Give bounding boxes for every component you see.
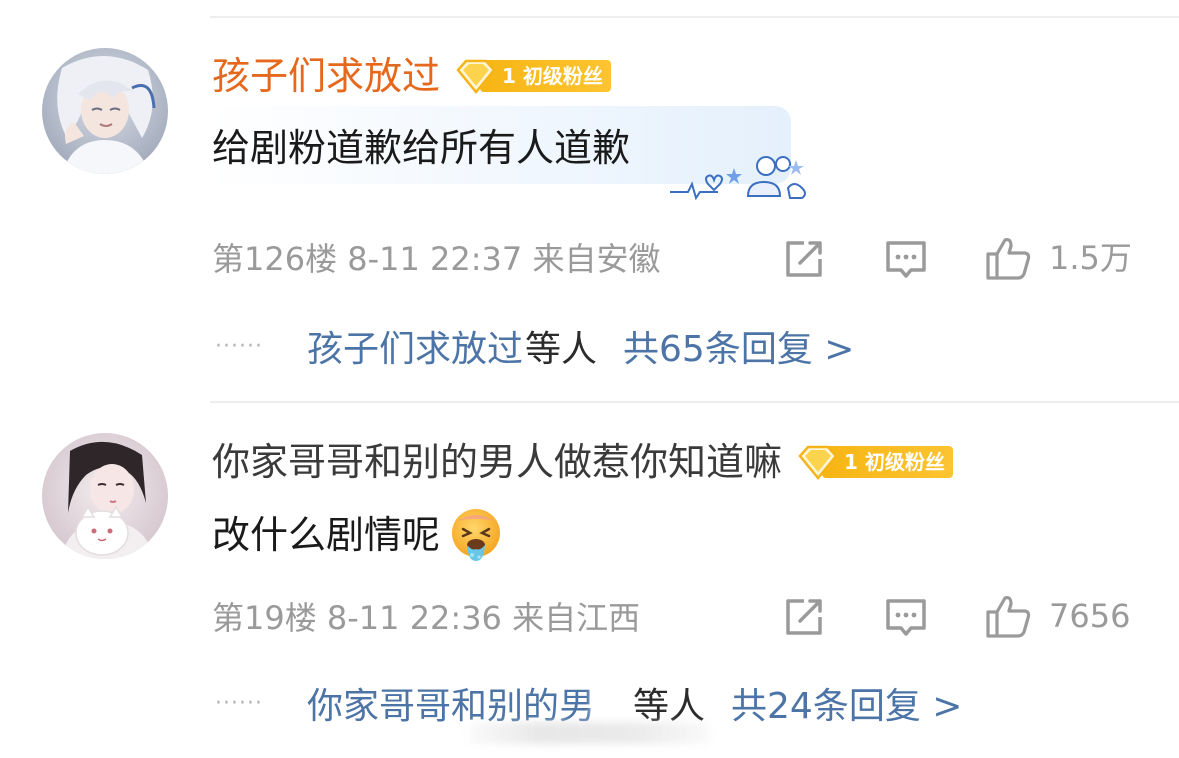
comment-text[interactable]: 改什么剧情呢 bbox=[212, 507, 504, 563]
username-row: 你家哥哥和别的男人做惹你知道嘛 1 初级粉丝 bbox=[212, 437, 953, 487]
badge-text: 初级粉丝 bbox=[522, 64, 603, 88]
reply-count-link[interactable]: 共24条回复 > bbox=[731, 677, 962, 729]
comment-text-content: 改什么剧情呢 bbox=[212, 513, 441, 557]
like-count: 1.5万 bbox=[1049, 239, 1132, 277]
comment-button[interactable] bbox=[885, 240, 927, 280]
diamond-badge-icon bbox=[798, 445, 838, 480]
comment-icon bbox=[886, 241, 926, 278]
badge-label: 1 初级粉丝 bbox=[822, 446, 953, 478]
reply-name-blur bbox=[591, 688, 632, 718]
diamond-badge-icon bbox=[456, 59, 496, 94]
watermark-blur bbox=[470, 722, 710, 744]
repost-button[interactable] bbox=[784, 239, 826, 279]
reply-count-link[interactable]: 共65条回复 > bbox=[623, 320, 854, 372]
badge-text: 初级粉丝 bbox=[864, 450, 945, 474]
comment-meta: 第19楼 8-11 22:36 来自江西 bbox=[212, 599, 641, 637]
repost-button[interactable] bbox=[784, 597, 826, 637]
comment-text[interactable]: 给剧粉道歉给所有人道歉 bbox=[212, 123, 630, 173]
thumbs-up-icon bbox=[986, 596, 1031, 638]
username-row: 孩子们求放过 1 初级粉丝 bbox=[212, 51, 611, 101]
comment-button[interactable] bbox=[885, 598, 927, 638]
replies-ellipsis: ······ bbox=[215, 690, 263, 716]
comment-icon bbox=[886, 599, 926, 636]
like-count: 7656 bbox=[1049, 597, 1131, 635]
comment-meta: 第126楼 8-11 22:37 来自安徽 bbox=[212, 240, 661, 278]
bubble-decoration bbox=[670, 156, 806, 201]
avatar[interactable] bbox=[42, 48, 168, 174]
repost-icon bbox=[786, 599, 822, 635]
username[interactable]: 孩子们求放过 bbox=[212, 51, 440, 101]
badge-level: 1 bbox=[502, 64, 516, 88]
avatar[interactable] bbox=[42, 433, 168, 559]
replies-ellipsis: ······ bbox=[215, 333, 263, 359]
like-button[interactable]: 1.5万 bbox=[985, 236, 1132, 280]
like-button[interactable]: 7656 bbox=[985, 594, 1130, 638]
replies-preview[interactable]: ······ 孩子们求放过 等人 共65条回复 > bbox=[215, 320, 854, 372]
reply-suffix: 等人 bbox=[525, 329, 598, 370]
badge-level: 1 bbox=[844, 450, 858, 474]
vomiting-face-emoji bbox=[452, 509, 501, 561]
fan-badge[interactable]: 1 初级粉丝 bbox=[454, 58, 611, 94]
top-divider bbox=[210, 16, 1179, 18]
username[interactable]: 你家哥哥和别的男人做惹你知道嘛 bbox=[212, 437, 782, 487]
repost-icon bbox=[786, 241, 822, 277]
thumbs-up-icon bbox=[986, 238, 1031, 280]
comment-divider bbox=[210, 401, 1179, 403]
reply-author-link[interactable]: 孩子们求放过 bbox=[307, 320, 523, 372]
badge-label: 1 初级粉丝 bbox=[480, 60, 611, 92]
fan-badge[interactable]: 1 初级粉丝 bbox=[796, 444, 953, 480]
